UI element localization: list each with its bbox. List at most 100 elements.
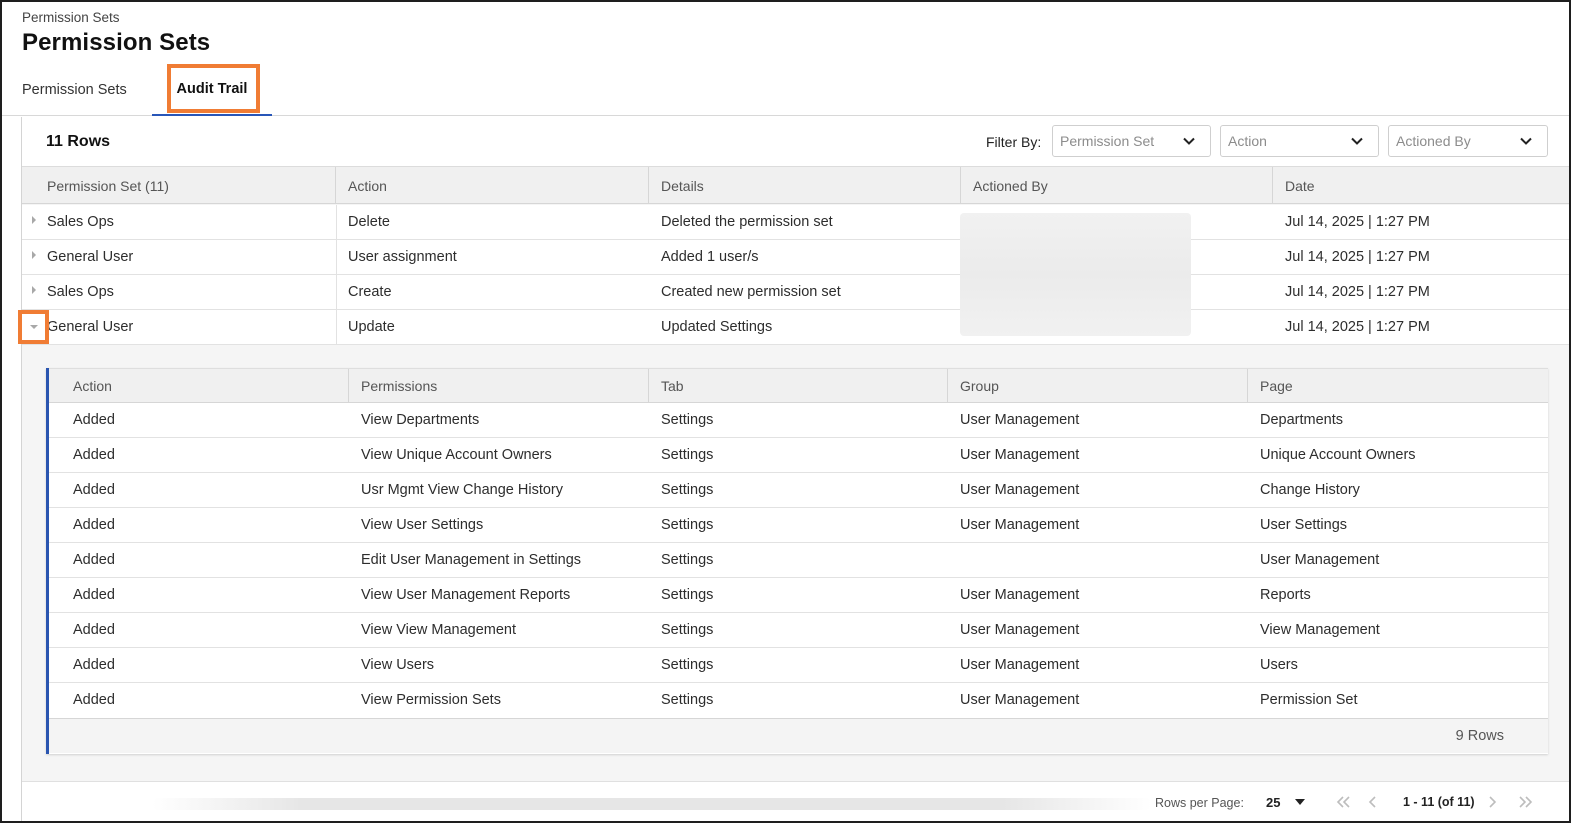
cell-permission-set: General User <box>47 249 134 265</box>
detail-cell-action: Added <box>73 657 115 673</box>
detail-cell-permissions: View Users <box>361 657 435 673</box>
cell-details: Added 1 user/s <box>661 249 759 265</box>
actioned-by-redacted <box>960 213 1191 336</box>
detail-row: Added View Permission Sets Settings User… <box>49 683 1548 718</box>
detail-row-count: 9 Rows <box>1455 728 1504 744</box>
detail-cell-group: User Management <box>960 412 1080 428</box>
detail-cell-tab: Settings <box>661 552 714 568</box>
action-filter-placeholder: Action <box>1228 133 1267 149</box>
detail-cell-permissions: View View Management <box>361 622 517 638</box>
detail-cell-permissions: View Departments <box>361 412 480 428</box>
caret-down-icon[interactable] <box>1295 799 1305 805</box>
actioned-by-filter[interactable]: Actioned By <box>1388 125 1548 157</box>
detail-cell-permissions: View User Management Reports <box>361 587 571 603</box>
detail-cell-page: Users <box>1260 657 1298 673</box>
detail-column-header-tab[interactable]: Tab <box>649 369 948 403</box>
action-filter[interactable]: Action <box>1220 125 1379 157</box>
detail-row: Added View User Management Reports Setti… <box>49 578 1548 613</box>
last-page-icon[interactable] <box>1517 794 1535 810</box>
permission-set-filter[interactable]: Permission Set <box>1052 125 1211 157</box>
detail-cell-tab: Settings <box>661 692 714 708</box>
table-toolbar: 11 Rows Filter By: Permission Set Action… <box>22 117 1569 167</box>
table-row-expanded[interactable]: General User Update Updated Settings Jul… <box>22 310 1569 345</box>
table-row[interactable]: General User User assignment Added 1 use… <box>22 240 1569 275</box>
prev-page-icon[interactable] <box>1364 794 1382 810</box>
cell-date: Jul 14, 2025 | 1:27 PM <box>1285 284 1430 300</box>
tab-bar: Permission Sets Audit Trail <box>2 64 1569 116</box>
detail-cell-group: User Management <box>960 447 1080 463</box>
detail-column-header-action[interactable]: Action <box>49 369 349 403</box>
detail-cell-page: User Settings <box>1260 517 1348 533</box>
detail-cell-page: View Management <box>1260 622 1380 638</box>
cell-action: User assignment <box>348 249 457 265</box>
cell-permission-set: Sales Ops <box>47 214 114 230</box>
cell-permission-set: General User <box>47 319 134 335</box>
detail-cell-page: Reports <box>1260 587 1311 603</box>
detail-row: Added View Unique Account Owners Setting… <box>49 438 1548 473</box>
cell-action: Delete <box>348 214 390 230</box>
breadcrumb[interactable]: Permission Sets <box>22 10 120 25</box>
detail-cell-group: User Management <box>960 622 1080 638</box>
detail-cell-page: Permission Set <box>1260 692 1358 708</box>
detail-cell-group: User Management <box>960 587 1080 603</box>
chevron-down-icon <box>1351 137 1363 145</box>
detail-cell-page: Departments <box>1260 412 1344 428</box>
cell-details: Created new permission set <box>661 284 841 300</box>
chevron-down-icon <box>1183 137 1195 145</box>
row-count: 11 Rows <box>46 133 111 150</box>
actioned-by-filter-placeholder: Actioned By <box>1396 133 1471 149</box>
redacted-area <box>152 798 1152 810</box>
detail-cell-group: User Management <box>960 657 1080 673</box>
detail-cell-tab: Settings <box>661 587 714 603</box>
cell-details: Deleted the permission set <box>661 214 833 230</box>
detail-cell-action: Added <box>73 482 115 498</box>
detail-table-footer: 9 Rows <box>49 718 1548 753</box>
detail-cell-page: User Management <box>1260 552 1380 568</box>
detail-column-header-permissions[interactable]: Permissions <box>349 369 649 403</box>
detail-column-header-page[interactable]: Page <box>1248 369 1548 403</box>
detail-cell-permissions: Usr Mgmt View Change History <box>361 482 563 498</box>
column-header-date[interactable]: Date <box>1273 167 1569 204</box>
detail-cell-action: Added <box>73 622 115 638</box>
detail-cell-tab: Settings <box>661 657 714 673</box>
detail-row: Added View Users Settings User Managemen… <box>49 648 1548 683</box>
column-header-action[interactable]: Action <box>336 167 649 204</box>
detail-cell-group <box>948 543 960 577</box>
filter-label: Filter By: <box>986 134 1042 150</box>
detail-cell-group: User Management <box>960 692 1080 708</box>
detail-cell-permissions: View Unique Account Owners <box>361 447 552 463</box>
tab-permission-sets[interactable]: Permission Sets <box>22 64 127 116</box>
detail-row: Added View User Settings Settings User M… <box>49 508 1548 543</box>
detail-cell-permissions: View Permission Sets <box>361 692 501 708</box>
detail-cell-permissions: View User Settings <box>361 517 484 533</box>
column-header-actioned-by[interactable]: Actioned By <box>961 167 1273 204</box>
detail-cell-page: Unique Account Owners <box>1260 447 1416 463</box>
tab-audit-trail[interactable]: Audit Trail <box>152 64 272 116</box>
detail-row: Added View View Management Settings User… <box>49 613 1548 648</box>
detail-cell-tab: Settings <box>661 412 714 428</box>
table-row[interactable]: Sales Ops Create Created new permission … <box>22 275 1569 310</box>
detail-cell-tab: Settings <box>661 447 714 463</box>
audit-table-header: Permission Set (11) Action Details Actio… <box>22 167 1569 204</box>
audit-trail-panel: 11 Rows Filter By: Permission Set Action… <box>21 117 1569 821</box>
page-title: Permission Sets <box>22 29 211 56</box>
detail-column-header-group[interactable]: Group <box>948 369 1248 403</box>
pagination-bar: Rows per Page: 25 1 - 11 (of 11) <box>22 781 1569 821</box>
permission-set-filter-placeholder: Permission Set <box>1060 133 1155 149</box>
column-header-details[interactable]: Details <box>649 167 961 204</box>
chevron-down-icon <box>1520 137 1532 145</box>
detail-row: Added Usr Mgmt View Change History Setti… <box>49 473 1548 508</box>
detail-table-header: Action Permissions Tab Group Page <box>49 368 1548 403</box>
table-row[interactable]: Sales Ops Delete Deleted the permission … <box>22 205 1569 240</box>
first-page-icon[interactable] <box>1334 794 1352 810</box>
column-header-permission-set[interactable]: Permission Set (11) <box>22 167 336 204</box>
detail-cell-action: Added <box>73 447 115 463</box>
rows-per-page-select[interactable]: 25 <box>1266 795 1280 810</box>
next-page-icon[interactable] <box>1483 794 1501 810</box>
detail-row: Added View Departments Settings User Man… <box>49 403 1548 438</box>
page-range: 1 - 11 (of 11) <box>1403 795 1475 809</box>
detail-cell-tab: Settings <box>661 622 714 638</box>
detail-cell-action: Added <box>73 412 115 428</box>
cell-action: Create <box>348 284 392 300</box>
detail-cell-tab: Settings <box>661 517 714 533</box>
